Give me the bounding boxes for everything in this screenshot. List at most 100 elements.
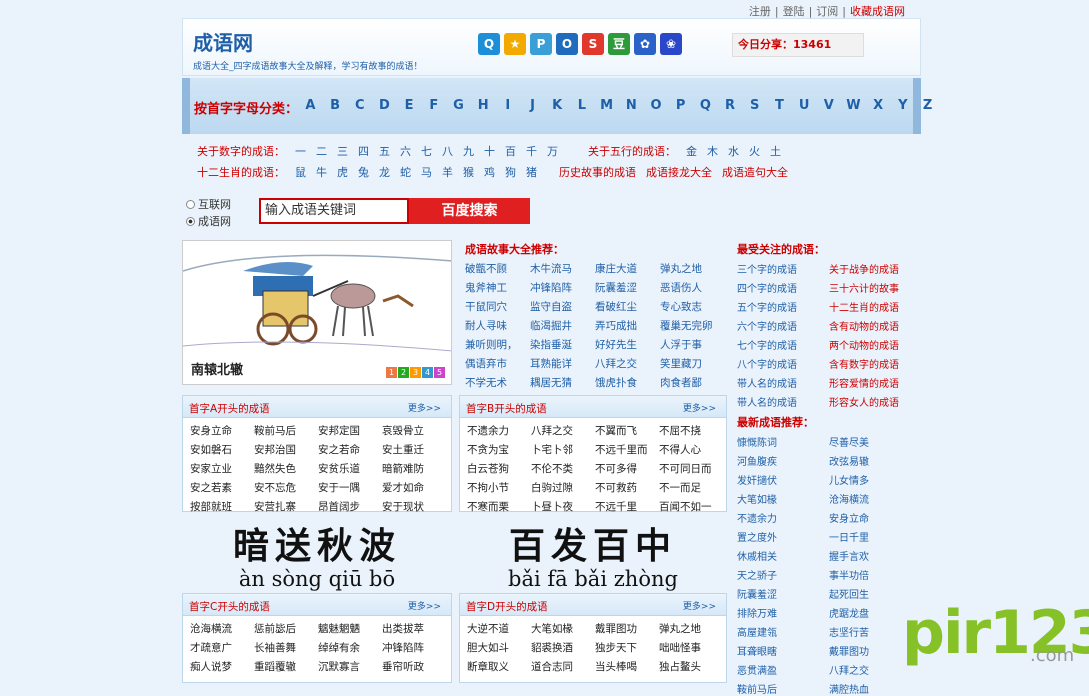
idiom-link[interactable]: 冲锋陷阵 [382, 640, 446, 655]
box-title[interactable]: 首字C开头的成语 [189, 599, 270, 614]
recommend-link[interactable]: 看破红尘 [595, 299, 660, 314]
idiom-link[interactable]: 安之若命 [318, 442, 382, 457]
care-link[interactable]: 关于战争的成语 [829, 261, 921, 276]
radio-button[interactable] [186, 217, 195, 226]
letter-x[interactable]: X [866, 98, 891, 113]
letter-z[interactable]: Z [915, 98, 940, 113]
newest-link[interactable]: 沧海横流 [829, 491, 921, 506]
zodiac-link[interactable]: 蛇 [400, 164, 411, 180]
recommend-link[interactable]: 好好先生 [595, 337, 660, 352]
letter-u[interactable]: U [792, 98, 817, 113]
zodiac-link[interactable]: 狗 [505, 164, 516, 180]
idiom-link[interactable]: 鞍前马后 [254, 423, 318, 438]
idiom-link[interactable]: 按部就班 [190, 499, 254, 514]
idiom-link[interactable]: 不翼而飞 [595, 423, 659, 438]
idiom-link[interactable]: 沧海横流 [190, 621, 254, 636]
letter-y[interactable]: Y [891, 98, 916, 113]
newest-link[interactable]: 置之度外 [737, 529, 829, 544]
letter-j[interactable]: J [520, 98, 545, 113]
idiom-link[interactable]: 咄咄怪事 [659, 640, 723, 655]
idiom-link[interactable]: 重蹈覆辙 [254, 659, 318, 674]
recommend-link[interactable]: 破甑不顾 [465, 261, 530, 276]
idiom-link[interactable]: 安如磐石 [190, 442, 254, 457]
newest-link[interactable]: 不遗余力 [737, 510, 829, 525]
care-link[interactable]: 形容女人的成语 [829, 394, 921, 409]
idiom-link[interactable]: 暗箭难防 [382, 461, 446, 476]
recommend-link[interactable]: 阮囊羞涩 [595, 280, 660, 295]
more-link[interactable]: 更多>> [683, 599, 716, 612]
idiom-link[interactable]: 魑魅魍魉 [318, 621, 382, 636]
letter-t[interactable]: T [767, 98, 792, 113]
login-link[interactable]: 登陆 [783, 5, 805, 18]
idiom-link[interactable]: 安身立命 [190, 423, 254, 438]
subscribe-link[interactable]: 订阅 [816, 5, 838, 18]
pager-button[interactable]: 1 [386, 367, 397, 378]
category-link[interactable]: 历史故事的成语 [559, 164, 636, 180]
newest-link[interactable]: 高屋建瓴 [737, 624, 829, 639]
recommend-link[interactable]: 兼听则明， [465, 337, 530, 352]
idiom-link[interactable]: 爱才如命 [382, 480, 446, 495]
idiom-link[interactable]: 不可同日而 [659, 461, 723, 476]
search-input[interactable]: 输入成语关键词 [259, 198, 409, 224]
newest-link[interactable]: 事半功倍 [829, 567, 921, 582]
letter-g[interactable]: G [446, 98, 471, 113]
idiom-link[interactable]: 长袖善舞 [254, 640, 318, 655]
idiom-link[interactable]: 大笔如椽 [531, 621, 595, 636]
idiom-link[interactable]: 昂首阔步 [318, 499, 382, 514]
idiom-link[interactable]: 黯然失色 [254, 461, 318, 476]
number-link[interactable]: 百 [505, 143, 516, 159]
number-link[interactable]: 二 [316, 143, 327, 159]
zodiac-link[interactable]: 龙 [379, 164, 390, 180]
number-link[interactable]: 六 [400, 143, 411, 159]
number-link[interactable]: 五 [379, 143, 390, 159]
number-link[interactable]: 四 [358, 143, 369, 159]
newest-link[interactable]: 安身立命 [829, 510, 921, 525]
idiom-link[interactable]: 不远千里 [595, 499, 659, 514]
idiom-link[interactable]: 安邦定国 [318, 423, 382, 438]
idiom-link[interactable]: 才疏意广 [190, 640, 254, 655]
idiom-link[interactable]: 卜昼卜夜 [531, 499, 595, 514]
recommend-link[interactable]: 偶语弃市 [465, 356, 530, 371]
idiom-link[interactable]: 安于现状 [382, 499, 446, 514]
radio-site[interactable]: 成语网 [186, 213, 231, 229]
care-link[interactable]: 三十六计的故事 [829, 280, 921, 295]
zodiac-link[interactable]: 羊 [442, 164, 453, 180]
recommend-link[interactable]: 木牛流马 [530, 261, 595, 276]
pager-button[interactable]: 5 [434, 367, 445, 378]
number-link[interactable]: 八 [442, 143, 453, 159]
recommend-link[interactable]: 鬼斧神工 [465, 280, 530, 295]
idiom-link[interactable]: 出类拔萃 [382, 621, 446, 636]
newest-link[interactable]: 发奸擿伏 [737, 472, 829, 487]
letter-l[interactable]: L [570, 98, 595, 113]
number-link[interactable]: 七 [421, 143, 432, 159]
category-link[interactable]: 成语接龙大全 [646, 164, 712, 180]
care-link[interactable]: 四个字的成语 [737, 280, 829, 295]
zodiac-link[interactable]: 猪 [526, 164, 537, 180]
idiom-link[interactable]: 安之若素 [190, 480, 254, 495]
letter-n[interactable]: N [619, 98, 644, 113]
zodiac-link[interactable]: 鸡 [484, 164, 495, 180]
site-logo-title[interactable]: 成语网 [193, 27, 253, 56]
letter-o[interactable]: O [644, 98, 669, 113]
element-link[interactable]: 土 [770, 143, 781, 159]
idiom-link[interactable]: 安于一隅 [318, 480, 382, 495]
zodiac-link[interactable]: 马 [421, 164, 432, 180]
care-link[interactable]: 三个字的成语 [737, 261, 829, 276]
care-link[interactable]: 带人名的成语 [737, 394, 829, 409]
newest-link[interactable]: 握手言欢 [829, 548, 921, 563]
idiom-link[interactable]: 安邦治国 [254, 442, 318, 457]
newest-link[interactable]: 天之骄子 [737, 567, 829, 582]
recommend-link[interactable]: 耦居无猜 [530, 375, 595, 390]
recommend-link[interactable]: 冲锋陷阵 [530, 280, 595, 295]
renren-icon[interactable]: O [556, 33, 578, 55]
idiom-link[interactable]: 安营扎寨 [254, 499, 318, 514]
idiom-link[interactable]: 不得人心 [659, 442, 723, 457]
pager-button[interactable]: 2 [398, 367, 409, 378]
care-link[interactable]: 五个字的成语 [737, 299, 829, 314]
idiom-link[interactable]: 当头棒喝 [595, 659, 659, 674]
care-link[interactable]: 含有动物的成语 [829, 318, 921, 333]
newest-link[interactable]: 尽善尽美 [829, 434, 921, 449]
idiom-link[interactable]: 大逆不道 [467, 621, 531, 636]
idiom-link[interactable]: 垂帘听政 [382, 659, 446, 674]
recommend-link[interactable]: 人浮于事 [660, 337, 725, 352]
